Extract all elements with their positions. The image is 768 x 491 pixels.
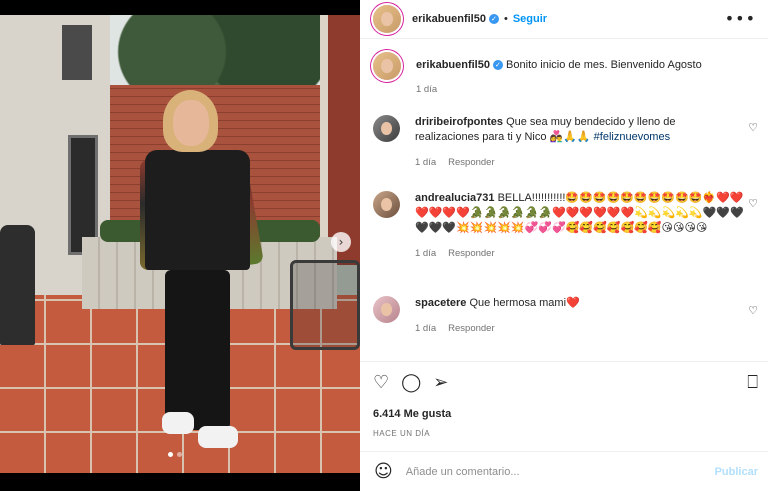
comment-time: 1 día [415, 248, 437, 259]
comment-text: Que hermosa mami❤️ [469, 297, 580, 309]
share-send-icon[interactable]: ➢ [433, 372, 448, 394]
commenter-avatar[interactable] [373, 191, 400, 218]
add-comment-input[interactable] [405, 465, 686, 478]
like-comment-heart-icon[interactable]: ♡ [748, 121, 758, 134]
like-comment-heart-icon[interactable]: ♡ [748, 197, 758, 210]
comment-item: spacetere Que hermosa mami❤️ 1 día Respon… [373, 296, 758, 336]
comments-list[interactable]: erikabuenfil50 ✓ Bonito inicio de mes. Bi… [360, 40, 768, 360]
carousel-indicator [168, 452, 182, 457]
reply-button[interactable]: Responder [448, 157, 494, 168]
comment-username[interactable]: andrealucia731 [415, 192, 495, 204]
comment-username[interactable]: driribeirofpontes [415, 116, 503, 128]
instagram-post-view: › erikabuenfil50 ✓ • Seguir ••• erikabue… [0, 0, 768, 491]
like-heart-icon[interactable]: ♡ [373, 372, 389, 394]
post-photo [0, 15, 360, 473]
post-timestamp: HACE UN DÍA [373, 429, 431, 438]
comment-time: 1 día [415, 323, 437, 334]
commenter-avatar[interactable] [373, 115, 400, 142]
carousel-dot [177, 452, 182, 457]
carousel-dot-active [168, 452, 173, 457]
comment-item: andrealucia731 BELLA!!!!!!!!!!!🤩🤩🤩🤩🤩🤩🤩🤩🤩… [373, 191, 758, 261]
caption-username[interactable]: erikabuenfil50 [416, 59, 490, 71]
reply-button[interactable]: Responder [448, 323, 494, 334]
author-username[interactable]: erikabuenfil50 [412, 13, 486, 25]
comment-hashtag-link[interactable]: #feliznuevomes [594, 131, 670, 143]
chevron-right-icon: › [338, 235, 344, 249]
comment-time: 1 día [415, 157, 437, 168]
comment-username[interactable]: spacetere [415, 297, 466, 309]
caption-text: Bonito inicio de mes. Bienvenido Agosto [506, 59, 702, 71]
verified-badge-icon: ✓ [492, 60, 503, 71]
more-options-icon[interactable]: ••• [725, 9, 756, 28]
woman-figure [140, 90, 264, 460]
likes-count[interactable]: 6.414 Me gusta [373, 408, 451, 420]
like-comment-heart-icon[interactable]: ♡ [748, 304, 758, 317]
add-comment-bar: ☺ Publicar [360, 451, 768, 491]
comment-item: driribeirofpontes Que sea muy bendecido … [373, 115, 758, 170]
reply-button[interactable]: Responder [448, 248, 494, 259]
emoji-smiley-icon[interactable]: ☺ [374, 461, 393, 482]
caption: erikabuenfil50 ✓ Bonito inicio de mes. Bi… [373, 52, 758, 97]
post-comment-button[interactable]: Publicar [715, 466, 758, 478]
post-header: erikabuenfil50 ✓ • Seguir ••• [360, 0, 768, 39]
comment-bubble-icon[interactable]: ◯ [401, 372, 421, 394]
post-details-panel: erikabuenfil50 ✓ • Seguir ••• erikabuenf… [360, 0, 768, 491]
author-avatar[interactable] [373, 5, 401, 33]
save-bookmark-icon[interactable]: ⎕ [747, 372, 758, 394]
separator-dot: • [503, 13, 508, 25]
caption-time: 1 día [416, 84, 438, 95]
commenter-avatar[interactable] [373, 296, 400, 323]
next-image-button[interactable]: › [331, 232, 351, 252]
follow-button[interactable]: Seguir [513, 13, 547, 25]
author-avatar[interactable] [373, 52, 401, 80]
post-media[interactable]: › [0, 0, 360, 491]
verified-badge-icon: ✓ [488, 14, 499, 24]
